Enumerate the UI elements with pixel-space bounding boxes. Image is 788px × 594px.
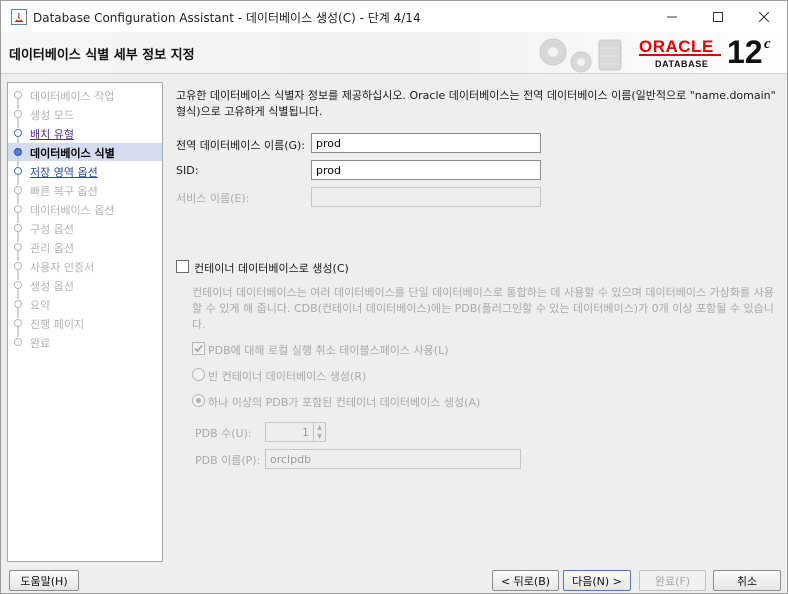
step-creation-option: 생성 옵션 [8,276,162,299]
step-node-icon [14,319,22,327]
step-node-icon [14,110,22,118]
step-database-operation: 데이터베이스 작업 [8,86,162,109]
gears-icon [539,38,622,73]
empty-container-radio[interactable] [192,368,205,381]
container-db-checkbox[interactable] [176,260,189,273]
step-label: 생성 옵션 [30,280,74,293]
step-label: 빠른 복구 옵션 [30,185,98,198]
next-button[interactable]: 다음(N) > [563,570,631,591]
pdb-name-label: PDB 이름(P): [195,454,261,467]
step-node-icon [14,243,22,251]
empty-container-label: 빈 컨테이너 데이터베이스 생성(R) [208,370,367,383]
java-app-icon [11,9,27,25]
step-node-icon [14,281,22,289]
step-database-identification[interactable]: 데이터베이스 식별 [8,143,162,166]
pdb-local-undo-checkbox[interactable] [192,342,205,355]
minimize-button[interactable] [649,1,695,32]
step-progress-page: 진행 페이지 [8,314,162,337]
step-creation-mode: 생성 모드 [8,105,162,128]
pdb-local-undo-label: PDB에 대해 로컬 실행 취소 테이블스페이스 사용(L) [208,344,449,357]
close-icon [759,11,769,22]
pdb-count-label: PDB 수(U): [195,427,252,440]
cancel-button[interactable]: 취소 [713,570,781,591]
spinner-arrows[interactable]: ▲ ▼ [313,423,325,441]
step-label: 구성 옵션 [30,223,74,236]
container-db-description: 컨테이너 데이터베이스는 여러 데이터베이스를 단일 데이터베이스로 통합하는 … [192,286,774,331]
step-node-icon [14,148,22,156]
step-node-icon [14,205,22,213]
step-label: 저장 영역 옵션 [30,166,98,179]
title-bar: Database Configuration Assistant - 데이터베이… [1,1,787,32]
finish-button[interactable]: 완료(F) [639,570,706,591]
step-node-icon [14,300,22,308]
checkmark-icon [194,344,203,353]
step-label: 완료 [30,337,51,350]
step-node-icon [14,338,22,346]
step-summary: 요약 [8,295,162,318]
service-name-label: 서비스 이름(E): [176,192,250,205]
logo-product: DATABASE [655,59,709,69]
step-label: 진행 페이지 [30,318,85,331]
page-description: 고유한 데이터베이스 식별자 정보를 제공하십시오. Oracle 데이터베이스… [176,89,776,118]
global-db-name-input[interactable] [311,133,541,153]
step-management-options: 관리 옵션 [8,238,162,261]
pdb-count-spinner[interactable]: 1 ▲ ▼ [265,422,326,442]
step-label: 생성 모드 [30,109,74,122]
dbca-window: Database Configuration Assistant - 데이터베이… [0,0,788,594]
container-db-label: 컨테이너 데이터베이스로 생성(C) [194,262,349,275]
step-node-icon [14,186,22,194]
container-with-pdb-label: 하나 이상의 PDB가 포함된 컨테이너 데이터베이스 생성(A) [208,396,481,409]
radio-selected-dot [196,398,201,403]
logo-version: 12 [727,34,763,70]
sid-input[interactable] [311,160,541,180]
oracle-database-logo: ORACLE DATABASE 12 c [639,34,779,72]
step-label: 사용자 인증서 [30,261,95,274]
maximize-button[interactable] [695,1,741,32]
step-configuration-options: 구성 옵션 [8,219,162,242]
spinner-down-icon[interactable]: ▼ [314,432,325,441]
maximize-icon [713,11,723,22]
step-label: 관리 옵션 [30,242,74,255]
spinner-up-icon[interactable]: ▲ [314,423,325,432]
pdb-count-value: 1 [302,426,309,439]
minimize-icon [667,16,677,17]
step-node-icon [14,129,22,137]
sid-label: SID: [176,164,199,177]
step-node-icon [14,224,22,232]
step-label: 데이터베이스 식별 [30,147,115,160]
step-storage-option[interactable]: 저장 영역 옵션 [8,162,162,185]
step-user-credentials: 사용자 인증서 [8,257,162,280]
window-title: Database Configuration Assistant - 데이터베이… [33,11,421,25]
step-node-icon [14,262,22,270]
steps-sidebar: 데이터베이스 작업 생성 모드 배치 유형 데이터베이스 식별 저장 영역 옵션… [7,82,163,562]
pdb-name-input[interactable] [265,449,521,469]
container-with-pdb-radio[interactable] [192,394,205,407]
logo-divider [639,54,721,56]
global-db-name-label: 전역 데이터베이스 이름(G): [176,139,306,152]
step-node-icon [14,91,22,99]
step-label: 배치 유형 [30,128,74,141]
step-finish: 완료 [8,333,162,351]
step-label: 데이터베이스 옵션 [30,204,115,217]
step-node-icon [14,167,22,175]
logo-version-suffix: c [764,36,771,52]
main-content: 고유한 데이터베이스 식별자 정보를 제공하십시오. Oracle 데이터베이스… [164,82,784,562]
step-fast-recovery-option: 빠른 복구 옵션 [8,181,162,204]
page-title: 데이터베이스 식별 세부 정보 지정 [9,48,195,63]
header-banner: 데이터베이스 식별 세부 정보 지정 ORACLE DATABASE 12 c [1,32,787,74]
service-name-input[interactable] [311,187,541,207]
step-database-options: 데이터베이스 옵션 [8,200,162,223]
help-button[interactable]: 도움말(H) [9,570,79,591]
back-button[interactable]: < 뒤로(B) [492,570,559,591]
close-button[interactable] [741,1,787,32]
step-deployment-type[interactable]: 배치 유형 [8,124,162,147]
step-label: 데이터베이스 작업 [30,90,115,103]
step-label: 요약 [30,299,51,312]
